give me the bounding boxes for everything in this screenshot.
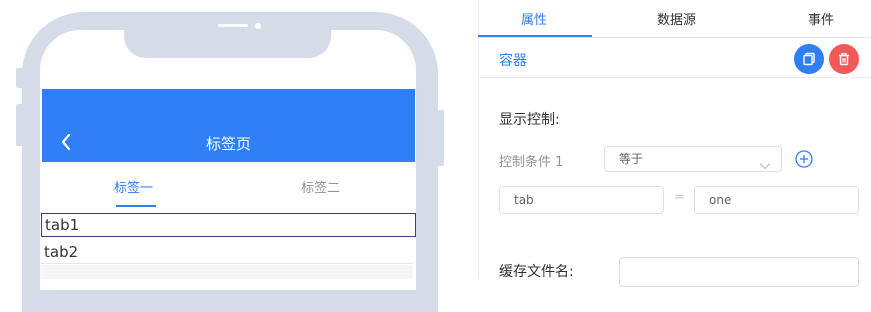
phone-camera <box>255 23 261 29</box>
condition-left-input[interactable]: tab <box>499 186 664 214</box>
preview-content-row-selected[interactable]: tab1 <box>41 213 416 237</box>
condition-operator-select[interactable]: 等于 <box>604 146 782 172</box>
property-panel <box>478 0 871 279</box>
preview-tab-2[interactable]: 标签二 <box>301 177 340 196</box>
preview-tab-strip <box>42 162 415 208</box>
chevron-down-icon <box>759 154 771 178</box>
trash-icon <box>839 52 849 66</box>
plus-circle-icon[interactable] <box>795 150 813 168</box>
section-divider <box>478 77 871 78</box>
condition-label: 控制条件 1 <box>499 155 564 170</box>
tab-datasource[interactable]: 数据源 <box>657 9 696 28</box>
preview-tab-underline <box>116 205 156 207</box>
preview-content-row[interactable]: tab2 <box>41 240 413 264</box>
component-type-title: 容器 <box>499 53 527 69</box>
copy-icon <box>803 52 815 66</box>
tab-events[interactable]: 事件 <box>808 9 834 28</box>
copy-button[interactable] <box>794 44 824 74</box>
delete-button[interactable] <box>829 44 859 74</box>
condition-operator-value: 等于 <box>619 152 644 166</box>
phone-notch <box>124 12 331 58</box>
active-tab-indicator <box>478 35 592 37</box>
tab-properties[interactable]: 属性 <box>521 9 547 28</box>
cache-filename-label: 缓存文件名: <box>499 264 574 280</box>
equals-sign: = <box>674 190 685 205</box>
cache-filename-input[interactable] <box>619 257 859 287</box>
preview-tab-1[interactable]: 标签一 <box>114 177 153 196</box>
display-control-label: 显示控制: <box>499 112 560 128</box>
condition-right-input[interactable]: one <box>694 186 859 214</box>
preview-nav-title: 标签页 <box>205 135 251 153</box>
preview-content-row[interactable] <box>41 265 413 279</box>
phone-speaker <box>218 24 248 27</box>
